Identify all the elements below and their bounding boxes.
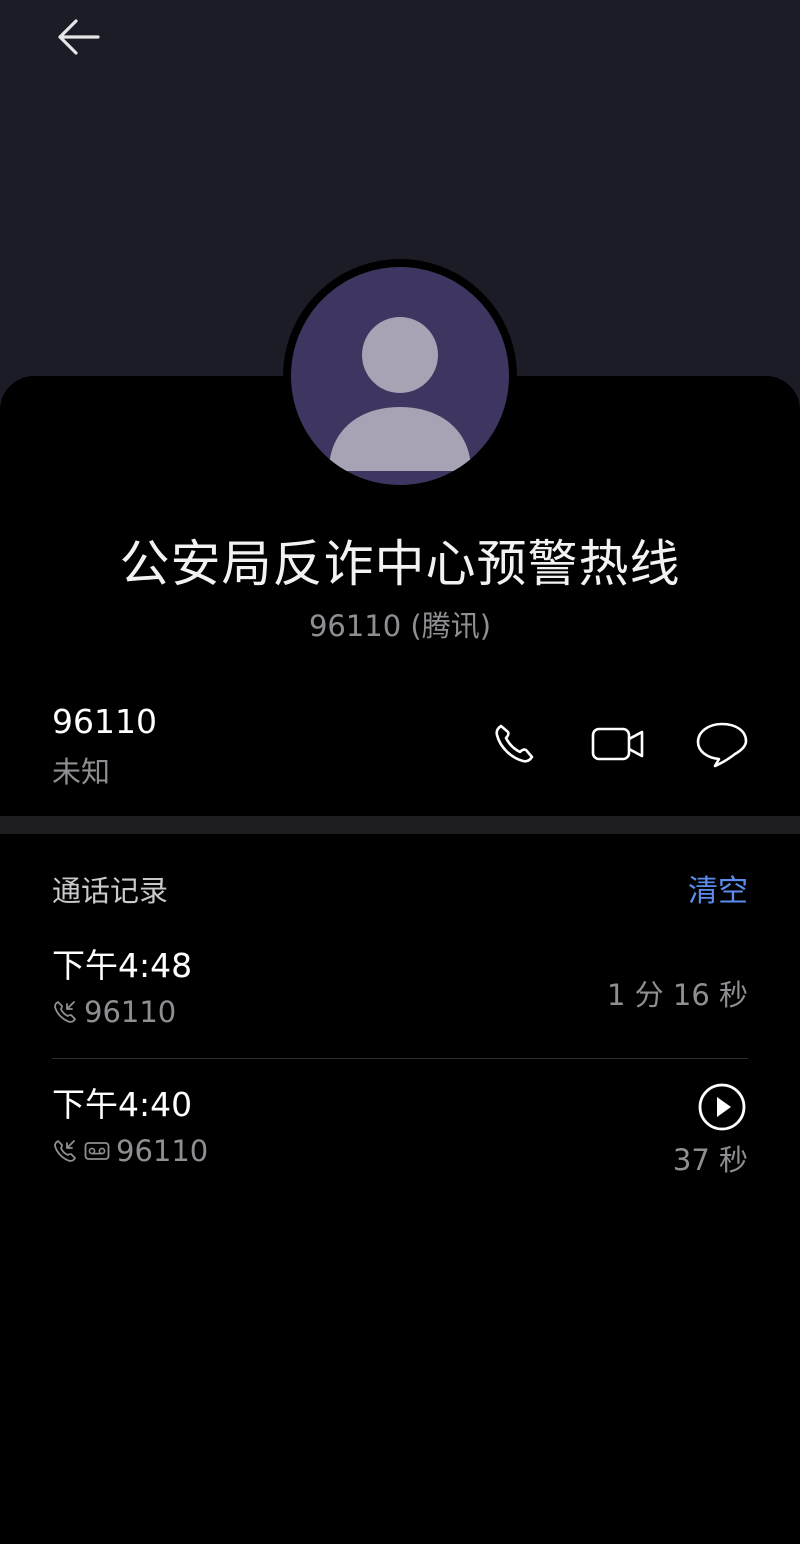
play-recording-button[interactable] [696,1083,748,1135]
call-duration: 37 秒 [672,1143,748,1177]
number-type-label: 未知 [52,755,111,789]
arrow-left-icon [54,15,102,63]
call-detail: 96110 [52,1131,748,1171]
video-call-button[interactable] [588,718,648,774]
call-record-row[interactable]: 下午4:48 96110 1 分 16 秒 [52,944,748,1032]
call-button[interactable] [484,718,544,774]
phone-number: 96110 [52,702,157,741]
incoming-call-icon [52,1138,78,1164]
avatar [283,259,517,493]
call-number: 96110 [116,1134,209,1168]
play-icon [697,1082,747,1136]
number-entry[interactable]: 96110 未知 [52,700,157,792]
call-duration: 1 分 16 秒 [606,978,748,1012]
contact-name: 公安局反诈中心预警热线 [119,535,681,593]
message-bubble-icon [694,720,750,772]
person-avatar-icon [291,267,509,485]
voicemail-icon [84,1140,110,1162]
back-button[interactable] [48,14,108,64]
call-record-row[interactable]: 下午4:40 96110 37 秒 [52,1083,748,1177]
phone-icon [490,720,538,772]
row-divider [52,1058,748,1059]
incoming-call-icon [52,999,78,1025]
message-button[interactable] [692,718,752,774]
call-number: 96110 [84,995,177,1029]
clear-history-button[interactable]: 清空 [688,866,748,910]
section-divider [0,816,800,834]
call-history-title: 通话记录 [52,874,169,908]
contact-subtitle: 96110 (腾讯) [308,609,492,643]
call-time: 下午4:40 [52,1085,193,1124]
video-camera-icon [590,724,646,768]
